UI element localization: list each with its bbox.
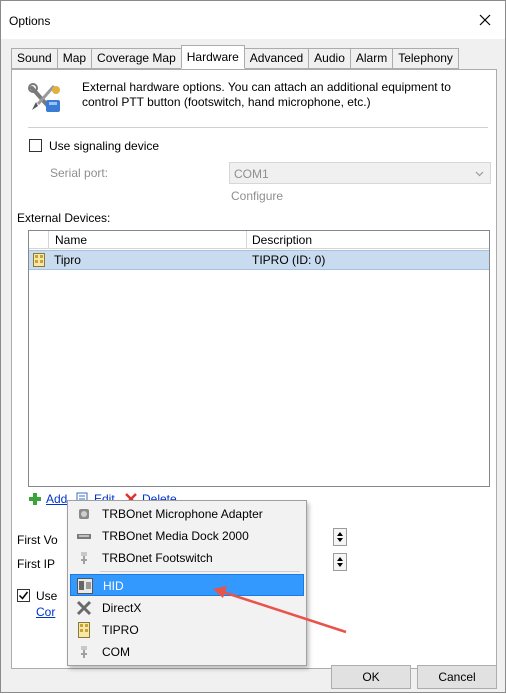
column-selector bbox=[29, 231, 49, 249]
add-label: Add bbox=[46, 492, 68, 506]
menu-item-directx[interactable]: DirectX bbox=[70, 597, 304, 619]
spinner-arrows-icon bbox=[337, 532, 343, 542]
serial-port-select[interactable]: COM1 bbox=[229, 162, 491, 184]
menu-item-com[interactable]: COM bbox=[70, 641, 304, 663]
configure-link[interactable]: Configure bbox=[231, 189, 283, 203]
separator bbox=[28, 127, 488, 128]
tools-icon bbox=[28, 83, 60, 112]
tab-hardware[interactable]: Hardware bbox=[180, 45, 245, 69]
close-icon bbox=[479, 14, 491, 26]
tab-audio[interactable]: Audio bbox=[308, 48, 350, 69]
menu-item-tipro[interactable]: TIPRO bbox=[70, 619, 304, 641]
menu-item-microphone-adapter[interactable]: TRBOnet Microphone Adapter bbox=[70, 503, 304, 525]
tab-sound[interactable]: Sound bbox=[11, 48, 57, 69]
close-button[interactable] bbox=[465, 1, 505, 39]
tab-map[interactable]: Map bbox=[56, 48, 92, 69]
external-devices-list[interactable]: Name Description Tipro TIPRO (ID: 0) bbox=[28, 230, 490, 487]
menu-separator bbox=[100, 571, 300, 572]
add-device-menu: TRBOnet Microphone Adapter TRBOnet Media… bbox=[67, 500, 307, 666]
device-description: TIPRO (ID: 0) bbox=[252, 253, 326, 267]
directx-icon bbox=[76, 600, 92, 616]
hid-icon bbox=[77, 578, 93, 594]
column-header-name[interactable]: Name bbox=[50, 231, 247, 249]
use-signaling-checkbox[interactable] bbox=[29, 139, 42, 152]
first-ip-label: First IP bbox=[17, 557, 55, 571]
menu-item-hid[interactable]: HID bbox=[70, 574, 304, 596]
use-signaling-label: Use signaling device bbox=[49, 139, 160, 153]
dock-icon bbox=[77, 534, 91, 539]
tab-telephony[interactable]: Telephony bbox=[392, 48, 459, 69]
list-header: Name Description bbox=[29, 231, 489, 249]
use-label: Use bbox=[36, 589, 58, 603]
serial-port-label: Serial port: bbox=[50, 166, 109, 180]
first-voice-spinner[interactable] bbox=[333, 528, 347, 546]
chevron-down-icon bbox=[475, 171, 484, 177]
com-icon bbox=[81, 646, 87, 658]
spinner-arrows-icon bbox=[337, 557, 343, 567]
plus-icon bbox=[29, 493, 41, 505]
options-window: Options Sound Map Coverage Map Hardware … bbox=[0, 0, 506, 693]
tipro-icon bbox=[78, 622, 90, 638]
use-checkbox[interactable] bbox=[17, 589, 30, 602]
external-devices-label: External Devices: bbox=[17, 211, 111, 225]
tipro-device-icon bbox=[33, 253, 45, 267]
title-bar: Options bbox=[1, 1, 505, 39]
ok-button[interactable]: OK bbox=[331, 665, 411, 689]
checkmark-icon bbox=[18, 591, 29, 600]
device-name: Tipro bbox=[54, 253, 81, 267]
config-link[interactable]: Cor bbox=[36, 605, 55, 619]
tab-advanced[interactable]: Advanced bbox=[243, 48, 309, 69]
window-title: Options bbox=[9, 14, 51, 28]
first-ip-spinner[interactable] bbox=[333, 553, 347, 571]
table-row[interactable]: Tipro TIPRO (ID: 0) bbox=[29, 250, 489, 270]
microphone-icon bbox=[79, 509, 89, 519]
hardware-description: External hardware options. You can attac… bbox=[82, 80, 451, 109]
tab-strip: Sound Map Coverage Map Hardware Advanced… bbox=[11, 45, 459, 69]
menu-item-media-dock[interactable]: TRBOnet Media Dock 2000 bbox=[70, 525, 304, 547]
cancel-button[interactable]: Cancel bbox=[417, 665, 497, 689]
tab-coverage-map[interactable]: Coverage Map bbox=[91, 48, 181, 69]
serial-port-value: COM1 bbox=[234, 167, 269, 181]
first-voice-label: First Vo bbox=[17, 533, 58, 547]
column-header-description[interactable]: Description bbox=[248, 231, 489, 249]
footswitch-icon bbox=[81, 552, 87, 564]
menu-item-footswitch[interactable]: TRBOnet Footswitch bbox=[70, 547, 304, 569]
tab-alarm[interactable]: Alarm bbox=[349, 48, 393, 69]
